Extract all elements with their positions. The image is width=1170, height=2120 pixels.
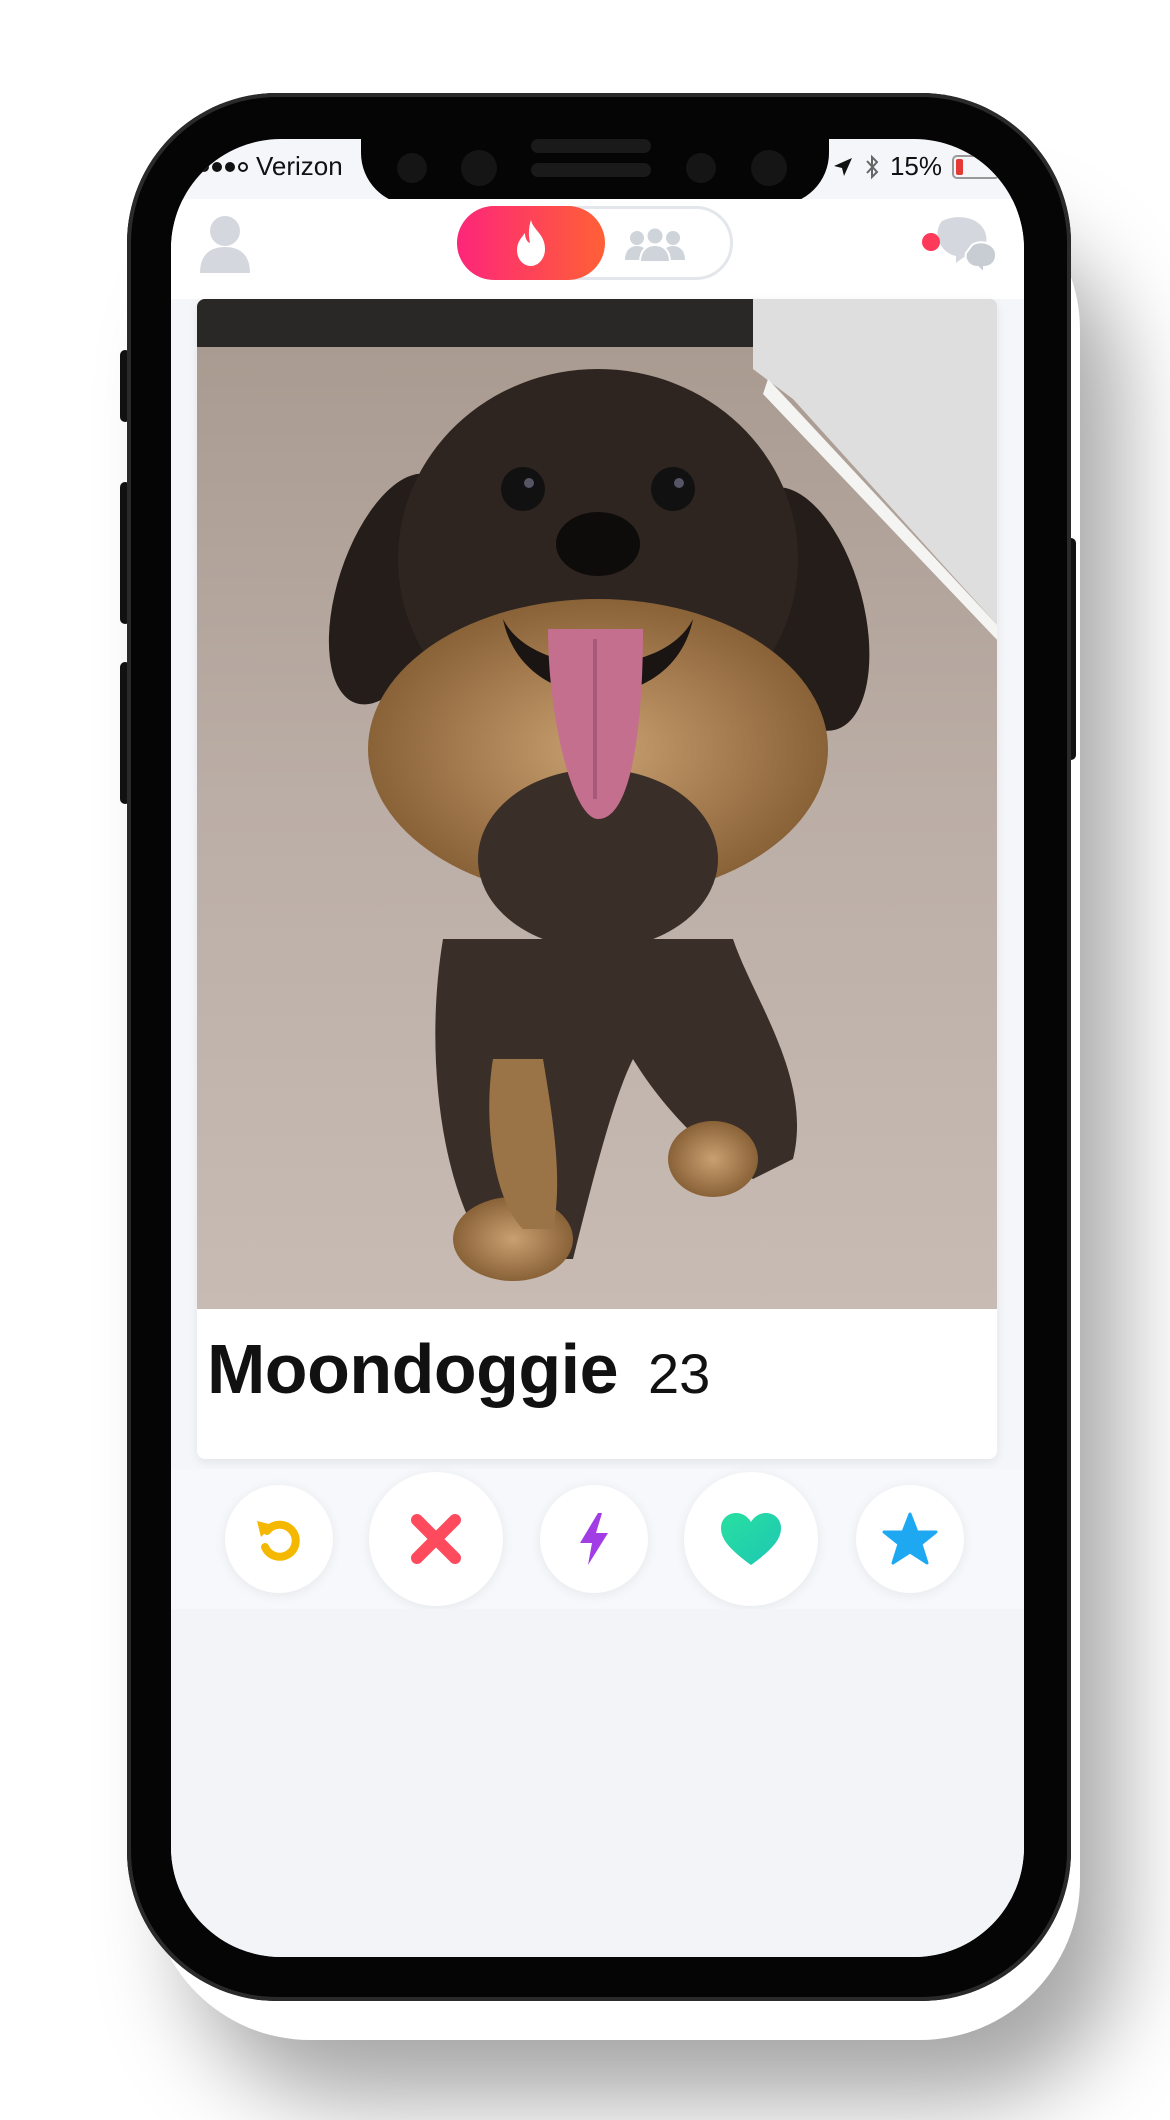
profile-icon[interactable] <box>197 211 253 277</box>
carrier-label: Verizon <box>256 151 343 181</box>
profile-name: Moondoggie <box>207 1330 619 1408</box>
group-icon <box>625 226 685 263</box>
boost-button[interactable] <box>540 1485 648 1593</box>
fire-icon <box>517 220 545 266</box>
status-right: 15% <box>832 151 1004 182</box>
location-arrow-icon <box>833 157 852 176</box>
discovery-toggle <box>457 206 733 280</box>
card-info: Moondoggie 23 <box>207 1329 710 1409</box>
boost-icon <box>580 1513 608 1565</box>
nope-button[interactable] <box>369 1472 503 1606</box>
super-like-icon <box>882 1512 938 1565</box>
bluetooth-icon <box>866 154 879 179</box>
rewind-icon <box>257 1520 300 1561</box>
profile-age: 23 <box>648 1342 711 1405</box>
status-left: Verizon <box>199 151 343 182</box>
action-bar <box>171 1469 1024 1609</box>
empty-area <box>171 1609 1024 1957</box>
nope-icon <box>411 1514 461 1564</box>
toggle-fire[interactable] <box>457 206 605 280</box>
profile-card[interactable]: Moondoggie 23 <box>197 299 997 1459</box>
top-bar <box>171 199 1024 299</box>
battery-percent: 15% <box>889 151 942 181</box>
toggle-group[interactable] <box>620 219 690 269</box>
like-button[interactable] <box>684 1472 818 1606</box>
messages-icon[interactable] <box>920 211 1000 277</box>
notch <box>361 139 829 205</box>
dog-photo[interactable] <box>197 299 997 1309</box>
like-icon <box>721 1513 781 1565</box>
super-like-button[interactable] <box>856 1485 964 1593</box>
battery-icon <box>952 154 1004 179</box>
rewind-button[interactable] <box>225 1485 333 1593</box>
phone-screen: Verizon 15% Moondoggie 23 <box>171 139 1024 1957</box>
signal-icon <box>199 161 248 172</box>
